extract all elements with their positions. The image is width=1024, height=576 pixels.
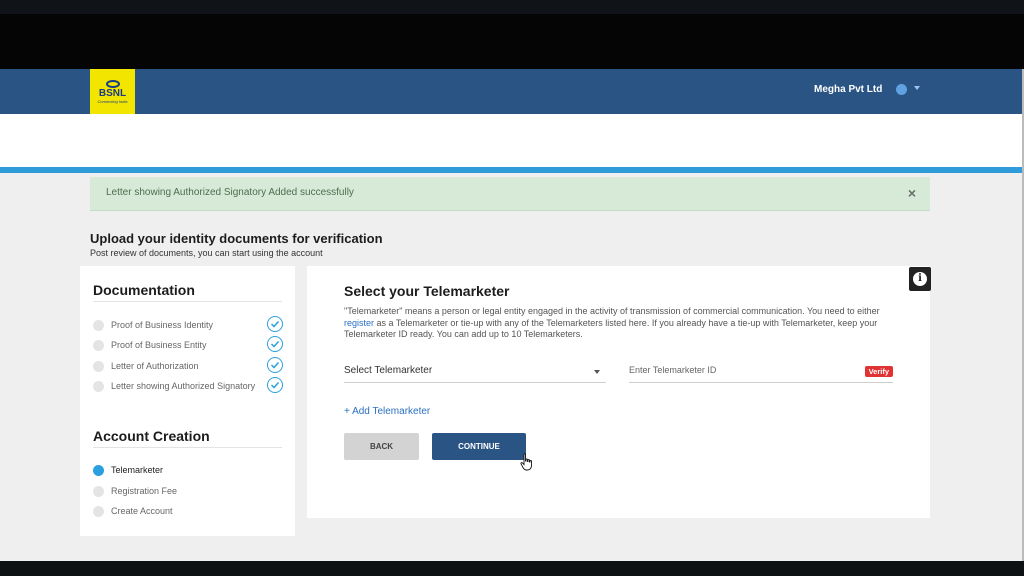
step-dot <box>93 361 104 372</box>
step-label: Create Account <box>111 506 173 516</box>
info-icon: i <box>913 272 927 286</box>
bsnl-logo[interactable]: BSNL Connecting India <box>90 69 135 114</box>
success-alert: Letter showing Authorized Signatory Adde… <box>90 177 930 211</box>
alert-message: Letter showing Authorized Signatory Adde… <box>106 187 354 198</box>
step-label: Proof of Business Entity <box>111 340 207 350</box>
user-icon[interactable] <box>896 84 907 95</box>
chevron-down-icon[interactable] <box>914 86 920 90</box>
sidebar-item-authorized-signatory[interactable]: Letter showing Authorized Signatory <box>93 377 283 393</box>
back-button[interactable]: BACK <box>344 433 419 460</box>
select-value: Select Telemarketer <box>344 365 433 376</box>
sidebar-item-letter-authorization[interactable]: Letter of Authorization <box>93 357 283 373</box>
header-bar: BSNL Connecting India Megha Pvt Ltd <box>0 69 1022 114</box>
app-window: BSNL Connecting India Megha Pvt Ltd Lett… <box>0 69 1022 561</box>
check-circle-icon <box>267 316 283 332</box>
step-dot <box>93 381 104 392</box>
step-label: Registration Fee <box>111 486 178 496</box>
info-button[interactable]: i <box>909 267 931 291</box>
logo-mark-icon <box>105 79 120 88</box>
video-letterbox-top <box>0 0 1024 69</box>
check-circle-icon <box>267 336 283 352</box>
step-label: Letter of Authorization <box>111 361 199 371</box>
page-subtitle: Post review of documents, you can start … <box>90 248 323 258</box>
company-name[interactable]: Megha Pvt Ltd <box>814 84 882 95</box>
step-dot <box>93 320 104 331</box>
register-link[interactable]: register <box>344 318 374 328</box>
check-circle-icon <box>267 357 283 373</box>
progress-sidebar: Documentation Proof of Business Identity… <box>80 266 295 536</box>
sub-header-band <box>0 114 1022 167</box>
sidebar-item-proof-business-identity[interactable]: Proof of Business Identity <box>93 316 283 332</box>
accent-divider <box>0 167 1022 173</box>
sidebar-item-telemarketer[interactable]: Telemarketer <box>93 463 283 477</box>
sidebar-item-create-account[interactable]: Create Account <box>93 504 283 518</box>
divider <box>93 447 282 448</box>
step-dot <box>93 340 104 351</box>
step-dot <box>93 486 104 497</box>
documentation-heading: Documentation <box>93 282 195 298</box>
telemarketer-select[interactable]: Select Telemarketer <box>344 359 606 383</box>
step-label: Proof of Business Identity <box>111 320 214 330</box>
logo-tagline: Connecting India <box>97 98 128 104</box>
screen: BSNL Connecting India Megha Pvt Ltd Lett… <box>0 0 1024 576</box>
panel-title: Select your Telemarketer <box>344 283 510 299</box>
input-placeholder: Enter Telemarketer ID <box>629 365 717 375</box>
sidebar-item-registration-fee[interactable]: Registration Fee <box>93 484 283 498</box>
telemarketer-id-input[interactable]: Enter Telemarketer ID Verify <box>629 359 893 383</box>
telemarketer-panel: Select your Telemarketer "Telemarketer" … <box>307 266 930 518</box>
hand-pointer-icon <box>520 453 532 471</box>
page-title: Upload your identity documents for verif… <box>90 231 383 246</box>
step-label: Letter showing Authorized Signatory <box>111 381 256 391</box>
step-dot-active <box>93 465 104 476</box>
telemarketer-description: "Telemarketer" means a person or legal e… <box>344 306 880 339</box>
chevron-down-icon <box>594 370 600 374</box>
close-icon[interactable]: × <box>908 185 916 201</box>
check-circle-icon <box>267 377 283 393</box>
video-letterbox-bottom <box>0 561 1024 576</box>
step-dot <box>93 506 104 517</box>
verify-button[interactable]: Verify <box>864 366 893 377</box>
step-label: Telemarketer <box>111 465 164 475</box>
continue-button[interactable]: CONTINUE <box>432 433 526 460</box>
logo-name: BSNL <box>98 87 127 99</box>
sidebar-item-proof-business-entity[interactable]: Proof of Business Entity <box>93 336 283 352</box>
divider <box>93 301 282 302</box>
add-telemarketer-link[interactable]: + Add Telemarketer <box>344 406 430 417</box>
account-creation-heading: Account Creation <box>93 428 210 444</box>
